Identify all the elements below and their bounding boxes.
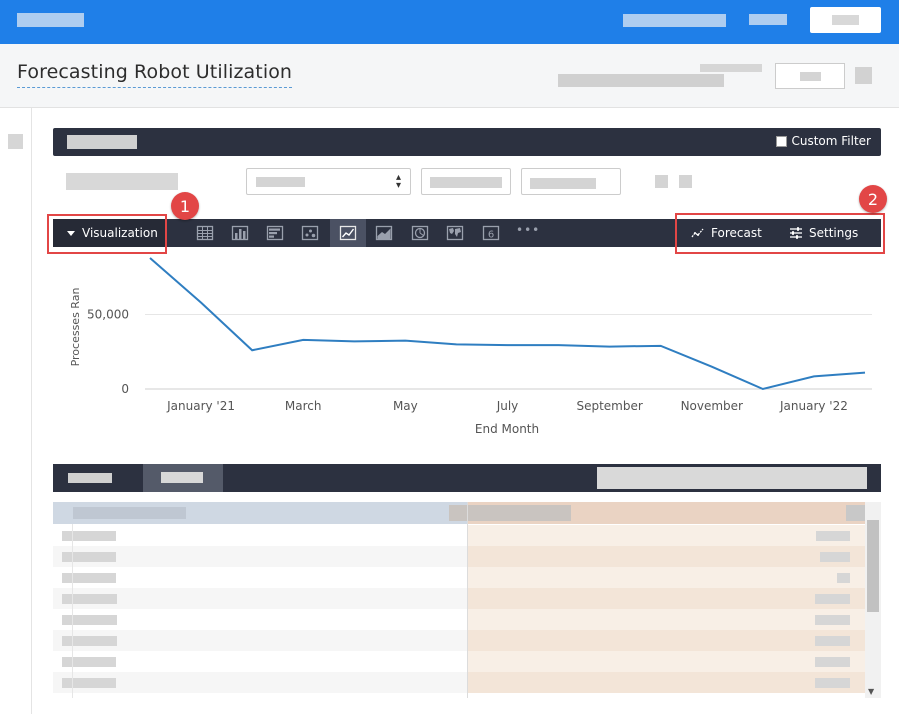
more-viz-icon[interactable]: ••• — [516, 223, 540, 237]
table-cell-measure[interactable] — [467, 672, 865, 693]
filter-operator-select[interactable]: ▴ ▾ — [246, 168, 411, 195]
area-chart-icon[interactable] — [375, 224, 393, 242]
filter-value-input[interactable] — [421, 168, 511, 195]
table-scrollbar[interactable]: ▼ — [865, 502, 881, 698]
data-tab-active[interactable] — [143, 464, 223, 492]
page-title[interactable]: Forecasting Robot Utilization — [17, 61, 293, 88]
x-tick-label: January '22 — [779, 399, 848, 413]
filters-label-redacted — [67, 135, 137, 149]
table-cell-dimension[interactable] — [53, 630, 467, 651]
meta-text-redacted — [700, 64, 762, 72]
table-row[interactable] — [53, 546, 865, 567]
table-cell-measure[interactable] — [467, 609, 865, 630]
table-cell-dimension[interactable] — [53, 651, 467, 672]
filter-value-input-2[interactable] — [521, 168, 621, 195]
table-row[interactable] — [53, 630, 865, 651]
table-cell-measure[interactable] — [467, 588, 865, 609]
x-tick-label: May — [393, 399, 418, 413]
table-cell-measure[interactable] — [467, 525, 865, 546]
line-chart: 0 50,000 January '21 March May July September… — [69, 257, 872, 436]
action-button[interactable] — [775, 63, 845, 89]
gear-icon[interactable] — [855, 67, 872, 84]
table-row[interactable] — [53, 588, 865, 609]
data-table: ▼ — [53, 502, 881, 698]
meta-text-redacted-2 — [558, 74, 724, 87]
line-chart-icon[interactable] — [339, 224, 357, 242]
table-cell-dimension[interactable] — [53, 588, 467, 609]
row-limit-redacted[interactable] — [597, 467, 867, 489]
table-cell-measure[interactable] — [467, 651, 865, 672]
single-value-glyph: 6 — [488, 230, 494, 241]
table-cell-dimension[interactable] — [53, 525, 467, 546]
y-axis-label: Processes Ran — [69, 288, 82, 367]
table-cell-dimension[interactable] — [53, 672, 467, 693]
bar-chart-icon[interactable] — [266, 224, 284, 242]
table-cell-measure[interactable] — [467, 546, 865, 567]
x-tick-label: January '21 — [166, 399, 235, 413]
table-viz-icon[interactable] — [196, 224, 214, 242]
filters-header-bar[interactable]: Custom Filter — [53, 128, 881, 156]
x-tick-label: March — [285, 399, 322, 413]
nav-link-redacted[interactable] — [623, 14, 726, 27]
top-nav-bar — [0, 0, 899, 44]
top-nav-button[interactable] — [810, 7, 881, 33]
table-cell-dimension[interactable] — [53, 546, 467, 567]
table-row[interactable] — [53, 525, 865, 546]
table-cell-measure[interactable] — [467, 630, 865, 651]
scroll-down-icon[interactable]: ▼ — [868, 687, 874, 696]
filter-option-icon[interactable] — [655, 175, 668, 188]
column-chart-icon[interactable] — [231, 224, 249, 242]
x-axis-label: End Month — [475, 422, 539, 436]
table-row[interactable] — [53, 672, 865, 693]
table-row[interactable] — [53, 609, 865, 630]
table-row[interactable] — [53, 567, 865, 588]
x-tick-label: July — [496, 399, 519, 413]
x-tick-label: November — [681, 399, 743, 413]
single-value-icon[interactable]: 6 — [482, 224, 500, 242]
pie-chart-icon[interactable] — [411, 224, 429, 242]
remove-filter-icon[interactable] — [679, 175, 692, 188]
filter-field-label-redacted — [66, 173, 178, 190]
custom-filter-toggle[interactable]: Custom Filter — [776, 134, 871, 148]
callout-badge-2: 2 — [859, 185, 887, 213]
series-line-processes-ran[interactable] — [149, 257, 866, 391]
callout-box-forecast-settings — [675, 213, 885, 254]
left-rail — [0, 108, 32, 714]
callout-badge-1: 1 — [171, 192, 199, 220]
rail-icon[interactable] — [8, 134, 23, 149]
table-cell-measure[interactable] — [467, 567, 865, 588]
select-arrows-icon: ▴ ▾ — [395, 172, 401, 191]
scatter-chart-icon[interactable] — [301, 224, 319, 242]
table-cell-dimension[interactable] — [53, 567, 467, 588]
data-tab-redacted[interactable] — [68, 473, 112, 483]
table-cell-dimension[interactable] — [53, 609, 467, 630]
y-tick-label: 0 — [121, 382, 129, 396]
app-logo-redacted[interactable] — [17, 13, 84, 27]
data-section-bar — [53, 464, 881, 492]
table-row[interactable] — [53, 651, 865, 672]
x-tick-label: September — [576, 399, 642, 413]
callout-box-visualization — [47, 214, 167, 254]
nav-link-redacted-2[interactable] — [749, 14, 787, 25]
map-viz-icon[interactable] — [446, 224, 464, 242]
custom-filter-checkbox[interactable] — [776, 135, 788, 147]
custom-filter-label: Custom Filter — [791, 134, 871, 148]
y-tick-label: 50,000 — [87, 308, 129, 322]
